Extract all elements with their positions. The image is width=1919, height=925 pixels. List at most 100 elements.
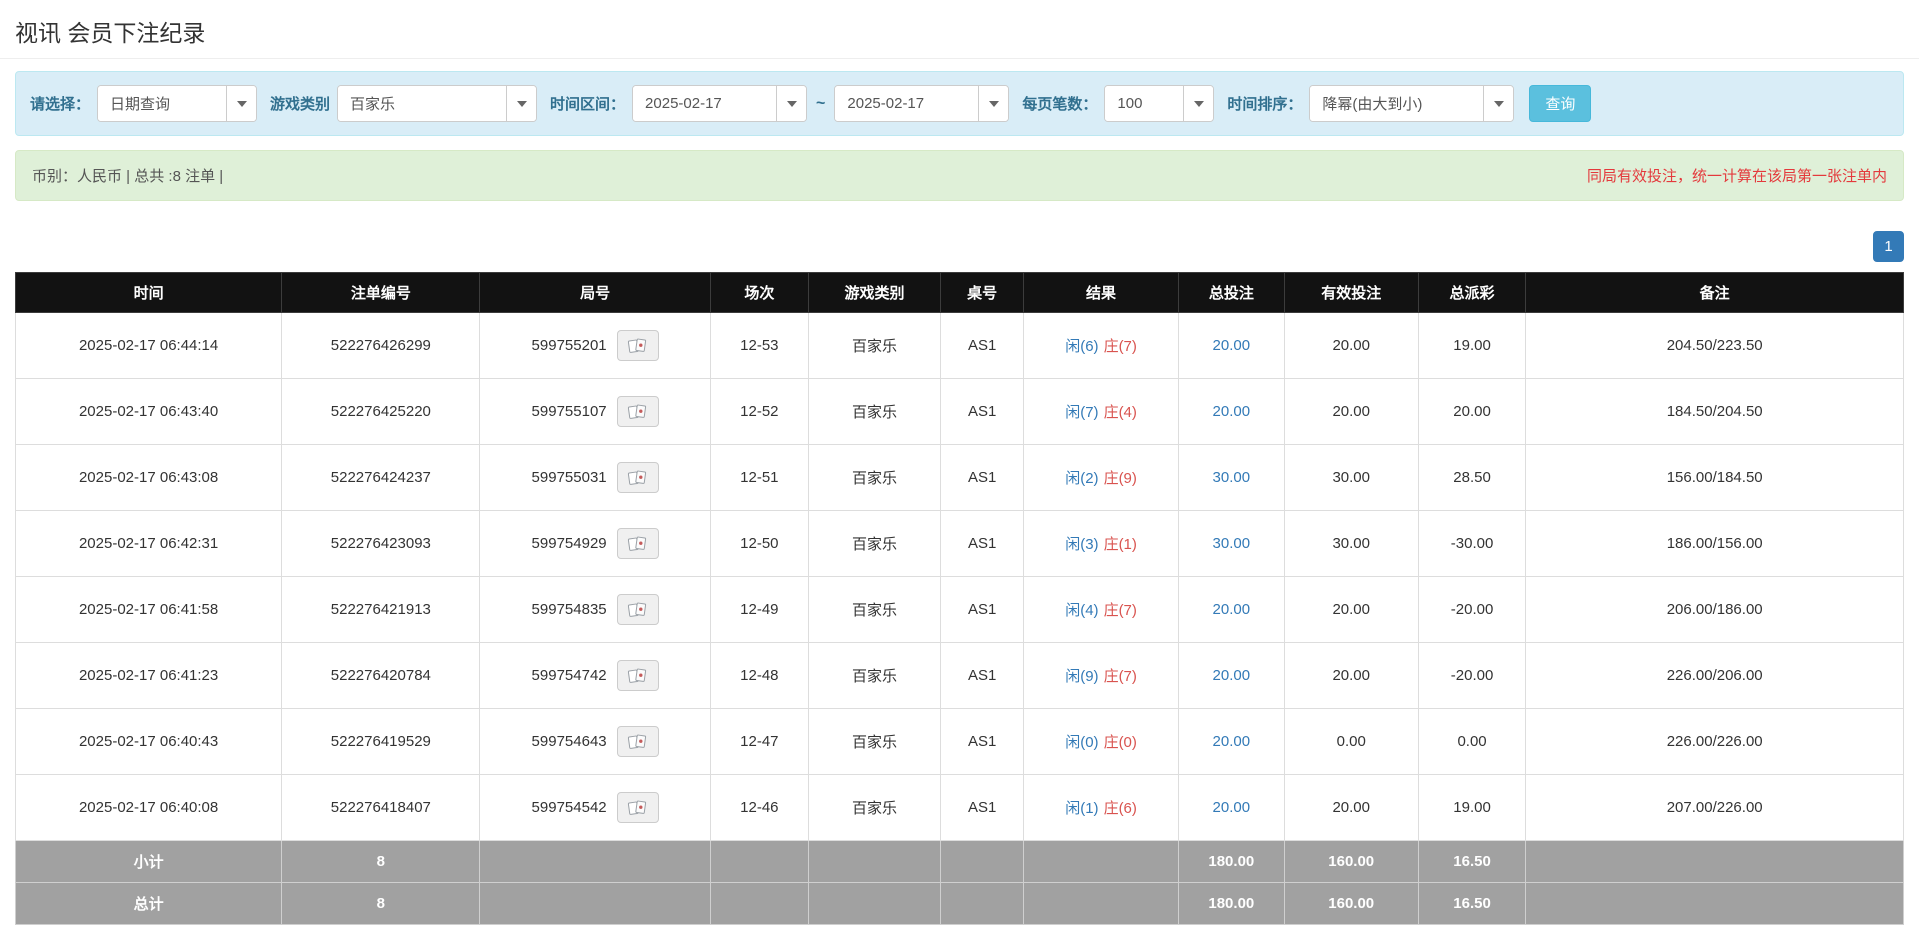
cell-time: 2025-02-17 06:42:31: [14, 510, 283, 577]
cell-result: 闲(1) 庄(6): [1023, 774, 1179, 841]
cell-total-bet: 20.00: [1177, 642, 1285, 709]
game-type-label: 游戏类别: [270, 96, 331, 113]
date-from-dropdown-button[interactable]: [776, 86, 807, 121]
cell-game-type: 百家乐: [807, 642, 942, 709]
sort-dropdown-button[interactable]: [1483, 86, 1514, 121]
game-type-dropdown-button[interactable]: [506, 86, 537, 121]
total-bet-link[interactable]: 30.00: [1213, 535, 1251, 552]
cell-table-no: AS1: [940, 378, 1025, 445]
query-type-select[interactable]: 日期查询: [97, 85, 258, 122]
result-banker: 庄(7): [1103, 338, 1137, 355]
cell-remark: 206.00/186.00: [1525, 576, 1904, 643]
result-player: 闲(2): [1065, 470, 1099, 487]
summary-total-bet: 180.00: [1177, 882, 1285, 925]
cell-total-payout: 19.00: [1417, 312, 1527, 379]
summary-cell: [807, 840, 942, 883]
cell-result: 闲(3) 庄(1): [1023, 510, 1179, 577]
filter-bar: 请选择： 日期查询 游戏类别 百家乐 时间区间： 2025-02-17 ~ 20…: [15, 71, 1904, 136]
table-row: 2025-02-17 06:41:23 522276420784 599754742…: [14, 642, 1904, 709]
chevron-down-icon: [516, 100, 527, 107]
cards-icon: [627, 338, 646, 353]
column-header: 总投注: [1177, 272, 1285, 313]
total-bet-link[interactable]: 20.00: [1213, 799, 1251, 816]
sort-value: 降幂(由大到小): [1310, 86, 1484, 121]
summary-cell: [1525, 882, 1904, 925]
cell-bet-id: 522276426299: [281, 312, 481, 379]
view-round-cards-button[interactable]: [616, 396, 659, 427]
total-bet-link[interactable]: 20.00: [1213, 601, 1251, 618]
cell-round: 599754835: [479, 576, 711, 643]
table-row: 2025-02-17 06:40:43 522276419529 599754643…: [14, 708, 1904, 775]
cell-bet-id: 522276418407: [281, 774, 481, 841]
result-banker: 庄(0): [1103, 734, 1137, 751]
page-title: 视讯 会员下注纪录: [15, 20, 206, 46]
cards-icon: [627, 668, 646, 683]
chevron-down-icon: [988, 100, 999, 107]
cell-valid-bet: 20.00: [1283, 774, 1419, 841]
view-round-cards-button[interactable]: [616, 594, 659, 625]
total-bet-link[interactable]: 20.00: [1213, 403, 1251, 420]
cell-bet-id: 522276420784: [281, 642, 481, 709]
summary-cell: [1023, 882, 1179, 925]
query-type-dropdown-button[interactable]: [226, 86, 257, 121]
date-from-select[interactable]: 2025-02-17: [632, 85, 808, 122]
view-round-cards-button[interactable]: [616, 528, 659, 559]
game-type-select[interactable]: 百家乐: [337, 85, 538, 122]
round-id: 599754643: [531, 733, 607, 750]
view-round-cards-button[interactable]: [616, 330, 659, 361]
total-bet-link[interactable]: 20.00: [1213, 733, 1251, 750]
summary-valid-bet: 160.00: [1283, 882, 1419, 925]
total-bet-link[interactable]: 30.00: [1213, 469, 1251, 486]
total-bet-link[interactable]: 20.00: [1213, 667, 1251, 684]
cell-table-no: AS1: [940, 774, 1025, 841]
view-round-cards-button[interactable]: [616, 726, 659, 757]
cell-time: 2025-02-17 06:41:58: [14, 576, 283, 643]
cell-total-payout: 19.00: [1417, 774, 1527, 841]
cell-valid-bet: 20.00: [1283, 378, 1419, 445]
date-to-select[interactable]: 2025-02-17: [834, 85, 1010, 122]
search-button[interactable]: 查询: [1529, 85, 1592, 122]
round-cell: 599754929: [532, 528, 659, 559]
date-to-dropdown-button[interactable]: [978, 86, 1009, 121]
result-banker: 庄(6): [1103, 800, 1137, 817]
table-row: 2025-02-17 06:41:58 522276421913 599754835…: [14, 576, 1904, 643]
page-button-1[interactable]: 1: [1873, 231, 1904, 262]
cell-bet-id: 522276419529: [281, 708, 481, 775]
result-player: 闲(1): [1065, 800, 1099, 817]
cell-session: 12-53: [709, 312, 809, 379]
cell-session: 12-46: [709, 774, 809, 841]
cell-time: 2025-02-17 06:43:08: [14, 444, 283, 511]
sort-select[interactable]: 降幂(由大到小): [1309, 85, 1515, 122]
cell-table-no: AS1: [940, 444, 1025, 511]
cell-round: 599755107: [479, 378, 711, 445]
view-round-cards-button[interactable]: [616, 660, 659, 691]
column-header: 结果: [1023, 272, 1179, 313]
result-player: 闲(4): [1065, 602, 1099, 619]
round-cell: 599755201: [532, 330, 659, 361]
page-size-dropdown-button[interactable]: [1183, 86, 1214, 121]
cell-table-no: AS1: [940, 642, 1025, 709]
cell-total-bet: 20.00: [1177, 708, 1285, 775]
page-size-select[interactable]: 100: [1104, 85, 1215, 122]
cell-remark: 186.00/156.00: [1525, 510, 1904, 577]
view-round-cards-button[interactable]: [616, 792, 659, 823]
date-from-value: 2025-02-17: [633, 86, 777, 121]
result-player: 闲(7): [1065, 404, 1099, 421]
view-round-cards-button[interactable]: [616, 462, 659, 493]
query-type-label: 请选择：: [30, 96, 91, 113]
cell-total-payout: 0.00: [1417, 708, 1527, 775]
cell-bet-id: 522276425220: [281, 378, 481, 445]
column-header: 局号: [479, 272, 711, 313]
summary-bar: 币别：人民币 | 总共 :8 注单 | 同局有效投注，统一计算在该局第一张注单内: [15, 150, 1904, 201]
summary-total-payout: 16.50: [1417, 840, 1527, 883]
round-id: 599754742: [531, 667, 607, 684]
summary-cell: [940, 840, 1025, 883]
round-cell: 599754542: [532, 792, 659, 823]
valid-bet-notice-text: 同局有效投注，统一计算在该局第一张注单内: [1586, 168, 1887, 185]
cell-result: 闲(4) 庄(7): [1023, 576, 1179, 643]
total-bet-link[interactable]: 20.00: [1213, 337, 1251, 354]
cell-total-bet: 30.00: [1177, 444, 1285, 511]
cell-result: 闲(7) 庄(4): [1023, 378, 1179, 445]
game-type-value: 百家乐: [338, 86, 507, 121]
result-player: 闲(0): [1065, 734, 1099, 751]
